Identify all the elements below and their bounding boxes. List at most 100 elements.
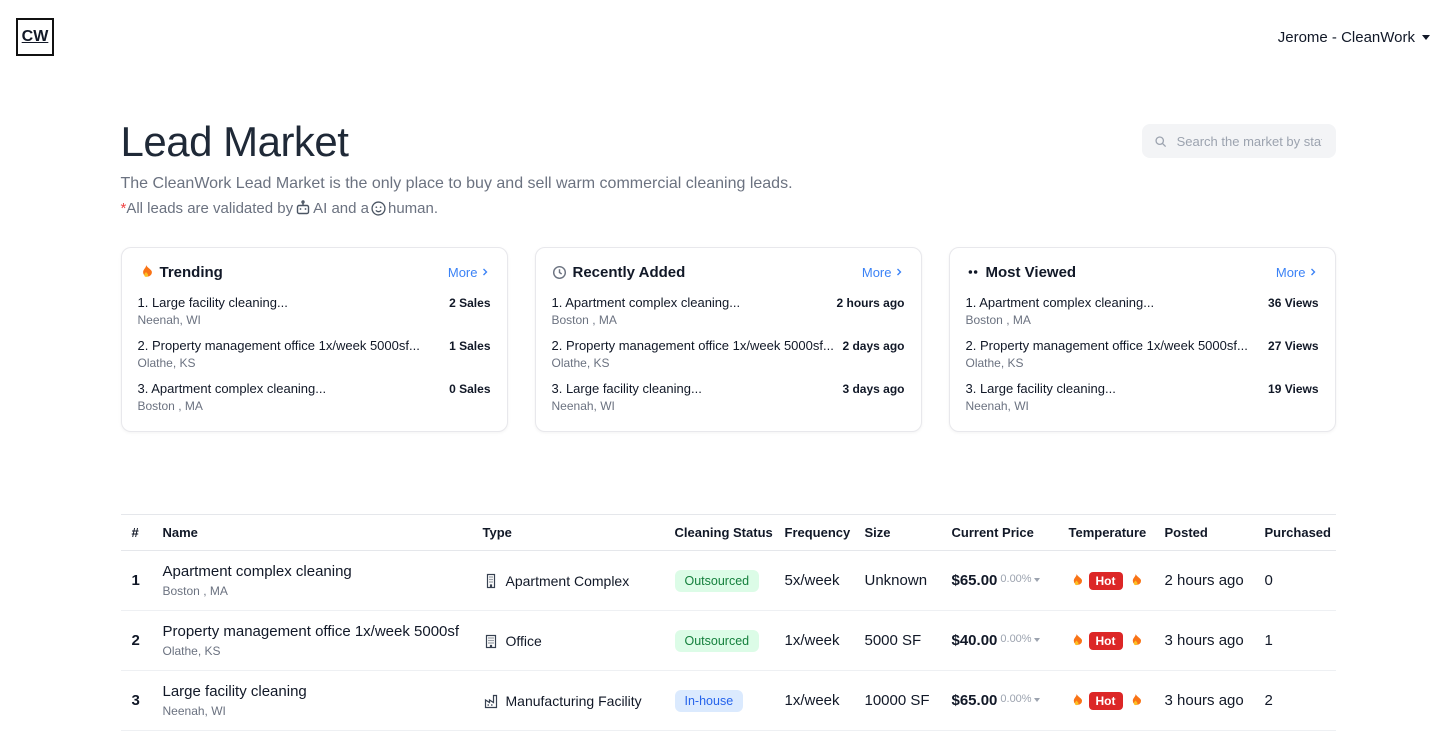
lead-list-item[interactable]: 1. Large facility cleaning...Neenah, WI … bbox=[138, 290, 491, 333]
human-icon bbox=[370, 200, 387, 217]
recently-added-more-link[interactable]: More bbox=[862, 265, 905, 280]
fire-icon bbox=[1128, 693, 1143, 708]
temperature-badge: Hot bbox=[1089, 572, 1123, 590]
lead-name[interactable]: Property management office 1x/week 5000s… bbox=[163, 623, 477, 640]
table-row[interactable]: 2 Property management office 1x/week 500… bbox=[121, 611, 1336, 671]
robot-icon bbox=[294, 199, 312, 217]
most-viewed-more-link[interactable]: More bbox=[1276, 265, 1319, 280]
fire-icon bbox=[1128, 573, 1143, 588]
lead-location: Neenah, WI bbox=[163, 704, 477, 718]
status-badge: Outsourced bbox=[675, 570, 760, 592]
table-header-row: # Name Type Cleaning Status Frequency Si… bbox=[121, 515, 1336, 551]
col-header-cleaning-status: Cleaning Status bbox=[675, 515, 785, 551]
card-title: Trending bbox=[160, 264, 223, 281]
fire-icon bbox=[138, 264, 154, 280]
lead-frequency: 1x/week bbox=[785, 671, 865, 731]
lead-price: $65.00 bbox=[952, 692, 998, 709]
col-header-name: Name bbox=[163, 515, 483, 551]
account-label: Jerome - CleanWork bbox=[1278, 29, 1415, 46]
table-row[interactable]: 1 Apartment complex cleaning Boston , MA… bbox=[121, 551, 1336, 611]
note-text-1: All leads are validated by bbox=[126, 200, 293, 217]
lead-posted: 3 hours ago bbox=[1165, 671, 1265, 731]
lead-price: $40.00 bbox=[952, 632, 998, 649]
lead-list-item[interactable]: 2. Property management office 1x/week 50… bbox=[966, 333, 1319, 376]
search-icon bbox=[1154, 134, 1167, 149]
trending-more-link[interactable]: More bbox=[448, 265, 491, 280]
lead-location: Boston , MA bbox=[163, 584, 477, 598]
price-change-dropdown[interactable]: 0.00% bbox=[1000, 693, 1039, 705]
price-change-dropdown[interactable]: 0.00% bbox=[1000, 573, 1039, 585]
col-header-rank: # bbox=[121, 515, 163, 551]
leads-table: # Name Type Cleaning Status Frequency Si… bbox=[121, 514, 1336, 731]
search-input[interactable] bbox=[1175, 133, 1324, 150]
lead-type: Office bbox=[506, 633, 542, 649]
eyes-icon bbox=[966, 265, 980, 279]
office-building-icon bbox=[483, 633, 499, 649]
lead-size: Unknown bbox=[865, 551, 952, 611]
lead-type: Manufacturing Facility bbox=[506, 693, 642, 709]
validation-note: *All leads are validated by AI and a hum… bbox=[121, 199, 793, 217]
col-header-temperature: Temperature bbox=[1069, 515, 1165, 551]
lead-name[interactable]: Apartment complex cleaning bbox=[163, 563, 477, 580]
lead-rank: 3 bbox=[121, 671, 163, 731]
col-header-size: Size bbox=[865, 515, 952, 551]
lead-frequency: 1x/week bbox=[785, 611, 865, 671]
lead-purchased: 2 bbox=[1265, 671, 1336, 731]
status-badge: Outsourced bbox=[675, 630, 760, 652]
account-menu[interactable]: Jerome - CleanWork bbox=[1278, 29, 1430, 46]
lead-list-item[interactable]: 2. Property management office 1x/week 50… bbox=[138, 333, 491, 376]
recently-added-card: Recently Added More 1. Apartment complex… bbox=[535, 247, 922, 432]
temperature-badge: Hot bbox=[1089, 692, 1123, 710]
price-change-dropdown[interactable]: 0.00% bbox=[1000, 633, 1039, 645]
chevron-down-icon bbox=[1034, 638, 1040, 642]
lead-price: $65.00 bbox=[952, 572, 998, 589]
col-header-type: Type bbox=[483, 515, 675, 551]
page-subtitle: The CleanWork Lead Market is the only pl… bbox=[121, 175, 793, 193]
lead-list-item[interactable]: 3. Apartment complex cleaning...Boston ,… bbox=[138, 376, 491, 419]
lead-location: Olathe, KS bbox=[163, 644, 477, 658]
lead-purchased: 0 bbox=[1265, 551, 1336, 611]
lead-name[interactable]: Large facility cleaning bbox=[163, 683, 477, 700]
search-box bbox=[1142, 124, 1336, 158]
clock-icon bbox=[552, 265, 567, 280]
lead-size: 10000 SF bbox=[865, 671, 952, 731]
page-title: Lead Market bbox=[121, 118, 793, 166]
chevron-down-icon bbox=[1034, 578, 1040, 582]
summary-cards: Trending More 1. Large facility cleaning… bbox=[121, 247, 1336, 432]
col-header-purchased: Purchased bbox=[1265, 515, 1336, 551]
col-header-posted: Posted bbox=[1165, 515, 1265, 551]
note-text-3: human. bbox=[388, 200, 438, 217]
apartment-building-icon bbox=[483, 573, 499, 589]
chevron-down-icon bbox=[1422, 35, 1430, 40]
lead-list-item[interactable]: 3. Large facility cleaning...Neenah, WI … bbox=[966, 376, 1319, 419]
lead-rank: 1 bbox=[121, 551, 163, 611]
fire-icon bbox=[1128, 633, 1143, 648]
lead-size: 5000 SF bbox=[865, 611, 952, 671]
temperature-badge: Hot bbox=[1089, 632, 1123, 650]
fire-icon bbox=[1069, 693, 1084, 708]
card-title: Most Viewed bbox=[986, 264, 1077, 281]
lead-list-item[interactable]: 1. Apartment complex cleaning...Boston ,… bbox=[552, 290, 905, 333]
cleanwork-logo[interactable]: CW bbox=[16, 18, 54, 56]
lead-purchased: 1 bbox=[1265, 611, 1336, 671]
lead-posted: 3 hours ago bbox=[1165, 611, 1265, 671]
factory-icon bbox=[483, 693, 499, 709]
lead-list-item[interactable]: 3. Large facility cleaning...Neenah, WI … bbox=[552, 376, 905, 419]
card-title: Recently Added bbox=[573, 264, 686, 281]
status-badge: In-house bbox=[675, 690, 744, 712]
chevron-right-icon bbox=[893, 266, 905, 278]
lead-type: Apartment Complex bbox=[506, 573, 630, 589]
lead-list-item[interactable]: 1. Apartment complex cleaning...Boston ,… bbox=[966, 290, 1319, 333]
chevron-down-icon bbox=[1034, 698, 1040, 702]
col-header-frequency: Frequency bbox=[785, 515, 865, 551]
lead-rank: 2 bbox=[121, 611, 163, 671]
table-row[interactable]: 3 Large facility cleaning Neenah, WI Man… bbox=[121, 671, 1336, 731]
most-viewed-card: Most Viewed More 1. Apartment complex cl… bbox=[949, 247, 1336, 432]
chevron-right-icon bbox=[1307, 266, 1319, 278]
lead-list-item[interactable]: 2. Property management office 1x/week 50… bbox=[552, 333, 905, 376]
col-header-current-price: Current Price bbox=[952, 515, 1069, 551]
fire-icon bbox=[1069, 633, 1084, 648]
note-text-2: AI and a bbox=[313, 200, 369, 217]
hero-text: Lead Market The CleanWork Lead Market is… bbox=[121, 118, 793, 217]
lead-posted: 2 hours ago bbox=[1165, 551, 1265, 611]
